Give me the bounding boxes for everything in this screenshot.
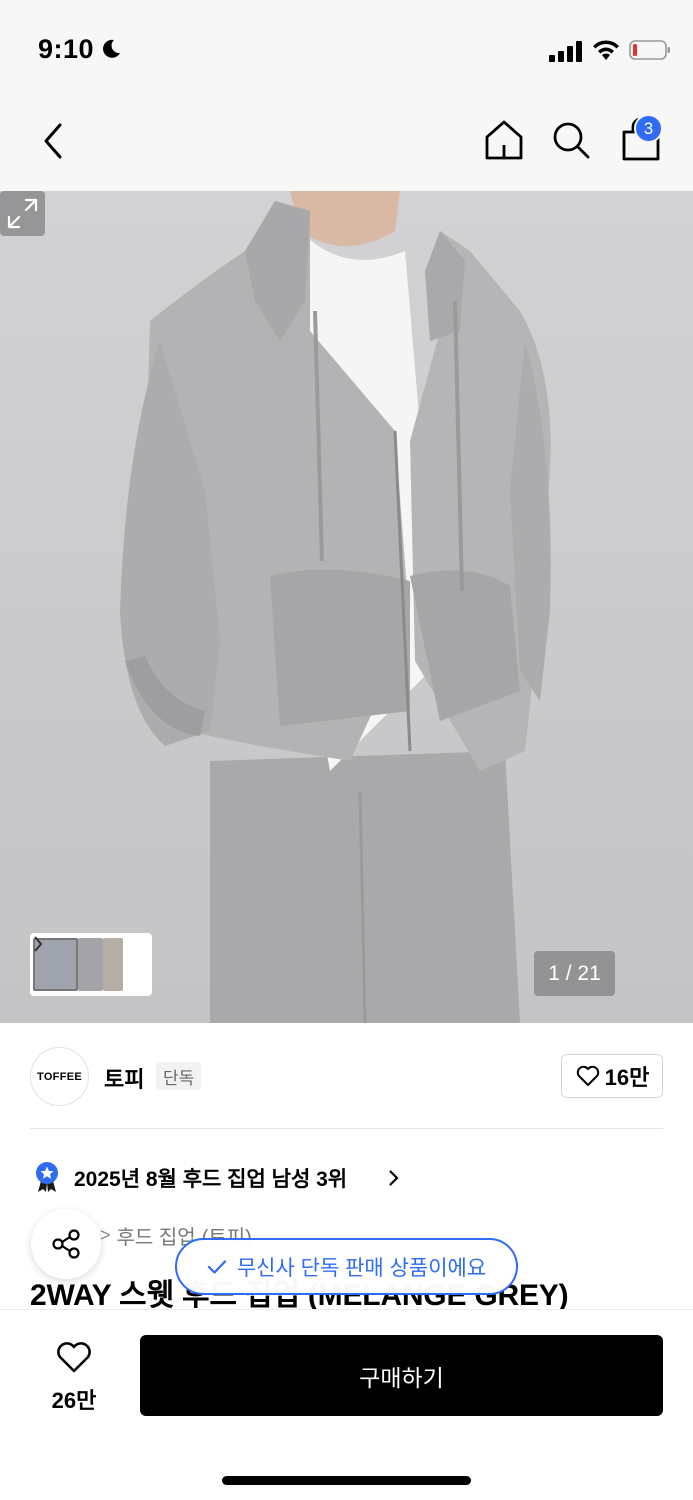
brand-like-count: 16만 xyxy=(604,1065,650,1090)
exclusive-toast: 무신사 단독 판매 상품이에요 xyxy=(175,1238,518,1295)
buy-button[interactable]: 구매하기 xyxy=(140,1335,663,1416)
ranking-text[interactable]: 2025년 8월 후드 집업 남성 3위 xyxy=(74,1163,347,1193)
search-icon[interactable] xyxy=(550,119,592,161)
image-counter: 1 / 21 xyxy=(534,951,615,996)
chevron-right-icon xyxy=(389,1170,399,1186)
thumbnail-strip[interactable] xyxy=(30,933,152,996)
check-icon xyxy=(207,1259,226,1274)
moon-icon xyxy=(103,39,120,58)
back-arrow-icon[interactable] xyxy=(34,117,74,165)
divider xyxy=(30,1128,663,1129)
toast-text: 무신사 단독 판매 상품이에요 xyxy=(236,1256,487,1280)
status-bar: 9:10 xyxy=(0,0,693,95)
brand-like-button[interactable]: 16만 xyxy=(561,1054,663,1098)
brand-logo[interactable]: TOFFEE xyxy=(30,1047,89,1106)
nav-bar xyxy=(0,95,693,191)
brand-name[interactable]: 토피 xyxy=(104,1062,144,1094)
product-image[interactable]: 1 / 21 xyxy=(0,191,693,1023)
share-icon xyxy=(52,1229,80,1259)
wifi-icon xyxy=(593,40,619,60)
cart-count-badge: 3 xyxy=(634,114,663,143)
expand-icon[interactable] xyxy=(0,191,45,236)
thumbnail-2[interactable] xyxy=(78,938,103,991)
wishlist-count: 26만 xyxy=(51,1388,97,1413)
battery-icon xyxy=(629,40,670,60)
exclusive-tag: 단독 xyxy=(156,1062,202,1090)
home-indicator xyxy=(222,1476,471,1485)
cellular-signal-icon xyxy=(549,41,582,62)
ranking-badge-icon xyxy=(36,1162,58,1192)
bottom-action-bar: 26만 구매하기 xyxy=(0,1309,693,1500)
heart-icon xyxy=(576,1065,599,1086)
chevron-right-icon xyxy=(34,936,43,952)
breadcrumb-separator: > xyxy=(100,1225,111,1245)
thumbnail-3[interactable] xyxy=(103,938,123,991)
status-time: 9:10 xyxy=(38,34,95,64)
product-photo xyxy=(120,191,551,1023)
share-button[interactable] xyxy=(31,1209,101,1279)
home-icon[interactable] xyxy=(482,117,526,163)
heart-icon[interactable] xyxy=(55,1340,93,1374)
